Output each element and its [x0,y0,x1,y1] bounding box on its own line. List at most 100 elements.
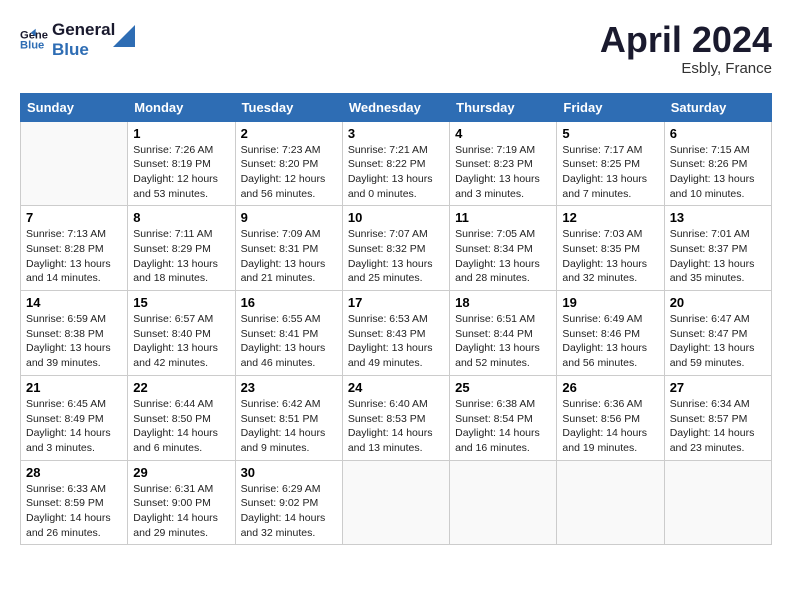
day-number: 24 [348,380,444,395]
day-cell: 11Sunrise: 7:05 AM Sunset: 8:34 PM Dayli… [450,206,557,291]
day-number: 6 [670,126,766,141]
day-number: 21 [26,380,122,395]
day-info: Sunrise: 6:57 AM Sunset: 8:40 PM Dayligh… [133,312,229,371]
day-cell: 22 Sunrise: 6:44 AM Sunset: 8:50 PM Dayli… [128,375,235,460]
week-row-5: 28 Sunrise: 6:33 AM Sunset: 8:59 PM Dayli… [21,460,772,545]
svg-text:Blue: Blue [20,39,44,51]
week-row-1: 1Sunrise: 7:26 AM Sunset: 8:19 PM Daylig… [21,121,772,206]
page-header: General Blue General Blue April 2024 Esb… [20,20,772,77]
day-info: Sunrise: 6:40 AM Sunset: 8:53 PM Dayligh… [348,397,444,456]
day-cell: 7 Sunrise: 7:13 AM Sunset: 8:28 PM Daylig… [21,206,128,291]
day-cell: 13 Sunrise: 7:01 AM Sunset: 8:37 PM Dayli… [664,206,771,291]
day-number: 30 [241,465,337,480]
day-number: 26 [562,380,658,395]
day-cell: 8Sunrise: 7:11 AM Sunset: 8:29 PM Daylig… [128,206,235,291]
day-cell: 14 Sunrise: 6:59 AM Sunset: 8:38 PM Dayli… [21,291,128,376]
logo-triangle-icon [113,25,135,47]
day-info: Sunrise: 6:42 AM Sunset: 8:51 PM Dayligh… [241,397,337,456]
day-info: Sunrise: 7:21 AM Sunset: 8:22 PM Dayligh… [348,143,444,202]
logo-blue: Blue [52,40,115,60]
title-block: April 2024 Esbly, France [600,20,772,77]
week-row-4: 21 Sunrise: 6:45 AM Sunset: 8:49 PM Dayli… [21,375,772,460]
day-number: 15 [133,295,229,310]
day-info: Sunrise: 6:59 AM Sunset: 8:38 PM Dayligh… [26,312,122,371]
day-cell [664,460,771,545]
day-number: 20 [670,295,766,310]
day-cell: 16 Sunrise: 6:55 AM Sunset: 8:41 PM Dayli… [235,291,342,376]
day-cell: 30 Sunrise: 6:29 AM Sunset: 9:02 PM Dayli… [235,460,342,545]
day-info: Sunrise: 6:45 AM Sunset: 8:49 PM Dayligh… [26,397,122,456]
day-cell: 9 Sunrise: 7:09 AM Sunset: 8:31 PM Daylig… [235,206,342,291]
day-info: Sunrise: 7:19 AM Sunset: 8:23 PM Dayligh… [455,143,551,202]
day-number: 4 [455,126,551,141]
day-info: Sunrise: 6:49 AM Sunset: 8:46 PM Dayligh… [562,312,658,371]
day-info: Sunrise: 6:53 AM Sunset: 8:43 PM Dayligh… [348,312,444,371]
header-monday: Monday [128,93,235,121]
day-cell: 3 Sunrise: 7:21 AM Sunset: 8:22 PM Daylig… [342,121,449,206]
day-cell: 28 Sunrise: 6:33 AM Sunset: 8:59 PM Dayli… [21,460,128,545]
day-number: 29 [133,465,229,480]
day-cell: 21 Sunrise: 6:45 AM Sunset: 8:49 PM Dayli… [21,375,128,460]
header-tuesday: Tuesday [235,93,342,121]
day-number: 5 [562,126,658,141]
day-info: Sunrise: 7:15 AM Sunset: 8:26 PM Dayligh… [670,143,766,202]
day-cell: 2 Sunrise: 7:23 AM Sunset: 8:20 PM Daylig… [235,121,342,206]
day-number: 9 [241,210,337,225]
day-number: 27 [670,380,766,395]
day-cell: 18Sunrise: 6:51 AM Sunset: 8:44 PM Dayli… [450,291,557,376]
day-cell: 1Sunrise: 7:26 AM Sunset: 8:19 PM Daylig… [128,121,235,206]
day-number: 14 [26,295,122,310]
day-cell: 12Sunrise: 7:03 AM Sunset: 8:35 PM Dayli… [557,206,664,291]
day-number: 8 [133,210,229,225]
header-thursday: Thursday [450,93,557,121]
day-number: 17 [348,295,444,310]
day-cell: 6 Sunrise: 7:15 AM Sunset: 8:26 PM Daylig… [664,121,771,206]
day-cell: 4 Sunrise: 7:19 AM Sunset: 8:23 PM Daylig… [450,121,557,206]
day-number: 19 [562,295,658,310]
day-info: Sunrise: 6:44 AM Sunset: 8:50 PM Dayligh… [133,397,229,456]
day-number: 1 [133,126,229,141]
calendar-table: SundayMondayTuesdayWednesdayThursdayFrid… [20,93,772,546]
day-info: Sunrise: 6:47 AM Sunset: 8:47 PM Dayligh… [670,312,766,371]
logo: General Blue General Blue [20,20,135,59]
day-info: Sunrise: 7:09 AM Sunset: 8:31 PM Dayligh… [241,227,337,286]
day-cell: 29 Sunrise: 6:31 AM Sunset: 9:00 PM Dayli… [128,460,235,545]
day-number: 23 [241,380,337,395]
week-row-2: 7 Sunrise: 7:13 AM Sunset: 8:28 PM Daylig… [21,206,772,291]
day-info: Sunrise: 6:34 AM Sunset: 8:57 PM Dayligh… [670,397,766,456]
day-info: Sunrise: 7:13 AM Sunset: 8:28 PM Dayligh… [26,227,122,286]
day-number: 10 [348,210,444,225]
day-cell: 19 Sunrise: 6:49 AM Sunset: 8:46 PM Dayli… [557,291,664,376]
header-wednesday: Wednesday [342,93,449,121]
day-info: Sunrise: 6:33 AM Sunset: 8:59 PM Dayligh… [26,482,122,541]
day-info: Sunrise: 7:23 AM Sunset: 8:20 PM Dayligh… [241,143,337,202]
day-cell [21,121,128,206]
day-info: Sunrise: 6:38 AM Sunset: 8:54 PM Dayligh… [455,397,551,456]
day-number: 2 [241,126,337,141]
day-cell: 15 Sunrise: 6:57 AM Sunset: 8:40 PM Dayli… [128,291,235,376]
day-info: Sunrise: 6:55 AM Sunset: 8:41 PM Dayligh… [241,312,337,371]
day-cell: 5 Sunrise: 7:17 AM Sunset: 8:25 PM Daylig… [557,121,664,206]
day-info: Sunrise: 7:07 AM Sunset: 8:32 PM Dayligh… [348,227,444,286]
day-number: 3 [348,126,444,141]
day-info: Sunrise: 7:03 AM Sunset: 8:35 PM Dayligh… [562,227,658,286]
header-sunday: Sunday [21,93,128,121]
day-info: Sunrise: 6:31 AM Sunset: 9:00 PM Dayligh… [133,482,229,541]
day-info: Sunrise: 7:17 AM Sunset: 8:25 PM Dayligh… [562,143,658,202]
day-number: 28 [26,465,122,480]
day-number: 13 [670,210,766,225]
header-friday: Friday [557,93,664,121]
day-number: 22 [133,380,229,395]
day-cell [557,460,664,545]
day-number: 7 [26,210,122,225]
day-info: Sunrise: 7:01 AM Sunset: 8:37 PM Dayligh… [670,227,766,286]
logo-general: General [52,20,115,40]
location-subtitle: Esbly, France [600,60,772,77]
day-number: 25 [455,380,551,395]
day-cell [342,460,449,545]
day-cell: 27 Sunrise: 6:34 AM Sunset: 8:57 PM Dayli… [664,375,771,460]
month-title: April 2024 [600,20,772,60]
day-number: 16 [241,295,337,310]
day-info: Sunrise: 6:51 AM Sunset: 8:44 PM Dayligh… [455,312,551,371]
day-info: Sunrise: 6:29 AM Sunset: 9:02 PM Dayligh… [241,482,337,541]
